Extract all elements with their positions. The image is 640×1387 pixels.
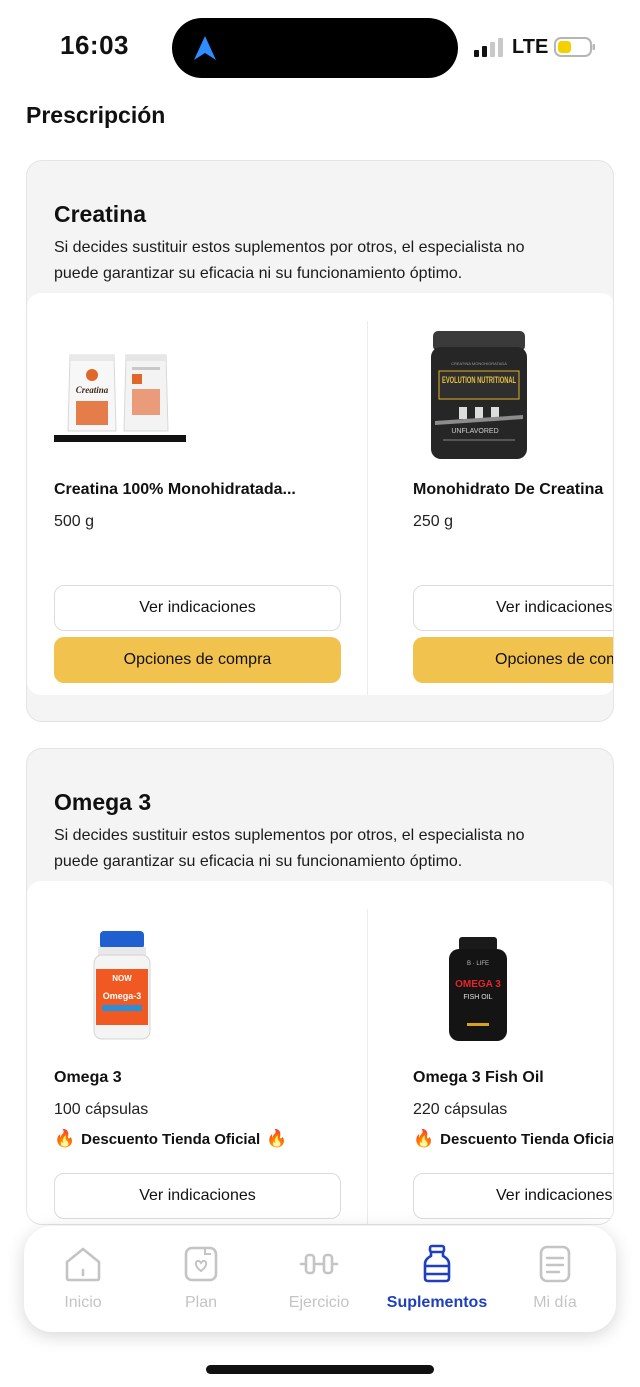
product-image-label: EVOLUTION NUTRITIONAL [442, 375, 516, 385]
product-name: Omega 3 Fish Oil [413, 1069, 544, 1086]
view-instructions-button[interactable]: Ver indicaciones [413, 585, 613, 631]
product-carousel[interactable]: Creatina Creatina 100% Monohidratada... … [27, 293, 613, 695]
nav-label: Inicio [64, 1294, 102, 1311]
nav-item-ejercicio[interactable]: Ejercicio [260, 1244, 378, 1324]
promo-badge: 🔥 Descuento Tienda Oficial 🔥 [413, 1129, 614, 1149]
product-image: Creatina [54, 347, 186, 445]
product-size: 500 g [54, 513, 95, 530]
product-image: CREATINA MONOHIDRATADA EVOLUTION NUTRITI… [429, 329, 529, 461]
section-disclaimer: Si decides sustituir estos suplementos p… [54, 827, 525, 870]
product-size: 100 cápsulas [54, 1101, 149, 1118]
network-type: LTE [512, 36, 549, 58]
product-size: 220 cápsulas [413, 1101, 508, 1118]
product-image-brand: NOW [112, 974, 132, 983]
nav-label: Suplementos [386, 1294, 488, 1311]
status-time: 16:03 [60, 30, 129, 60]
supplement-section-creatina: Creatina Si decides sustituir estos supl… [26, 160, 614, 722]
nav-item-inicio[interactable]: Inicio [24, 1244, 142, 1324]
dumbbell-icon [299, 1253, 339, 1275]
section-title: Omega 3 [54, 789, 152, 815]
document-icon [539, 1245, 571, 1283]
promo-badge: 🔥 Descuento Tienda Oficial 🔥 [54, 1129, 287, 1149]
fire-icon: 🔥 [413, 1129, 435, 1148]
product-image-sublabel: FISH OIL [463, 994, 492, 1001]
product-card[interactable]: B · LIFE OMEGA 3 FISH OIL Omega 3 Fish O… [413, 881, 614, 1224]
product-image-label: Omega-3 [103, 991, 142, 1001]
home-icon [65, 1247, 101, 1282]
dynamic-island [172, 18, 458, 78]
nav-label: Ejercicio [288, 1294, 350, 1311]
nav-label: Mi día [533, 1294, 577, 1311]
page-title: Prescripción [26, 102, 166, 128]
view-instructions-button[interactable]: Ver indicaciones [413, 1173, 613, 1219]
status-bar: 16:03 LTE [0, 0, 640, 96]
svg-text:B · LIFE: B · LIFE [467, 961, 489, 967]
section-disclaimer: Si decides sustituir estos suplementos p… [54, 239, 525, 282]
view-instructions-button[interactable]: Ver indicaciones [54, 1173, 341, 1219]
svg-text:CREATINA MONOHIDRATADA: CREATINA MONOHIDRATADA [451, 361, 507, 366]
battery-icon [554, 37, 595, 57]
nav-item-suplementos[interactable]: Suplementos [378, 1244, 496, 1324]
product-image: NOW Omega-3 [90, 929, 154, 1043]
product-name: Omega 3 [54, 1069, 122, 1086]
view-instructions-button[interactable]: Ver indicaciones [54, 585, 341, 631]
purchase-options-button[interactable]: Opciones de compra [413, 637, 613, 683]
home-indicator[interactable] [206, 1365, 434, 1374]
signal-icon [474, 38, 503, 57]
product-name: Monohidrato De Creatina [413, 481, 604, 498]
navigation-arrow-icon [194, 36, 216, 60]
purchase-options-button[interactable]: Opciones de compra [54, 637, 341, 683]
product-divider [367, 909, 368, 1224]
product-card[interactable]: NOW Omega-3 Omega 3 100 cápsulas 🔥 Descu… [54, 881, 341, 1224]
bottom-navigation: Inicio Plan Ejercicio Suplementos Mi día [24, 1226, 616, 1332]
product-card[interactable]: CREATINA MONOHIDRATADA EVOLUTION NUTRITI… [413, 293, 613, 695]
fire-icon: 🔥 [266, 1129, 288, 1148]
nav-item-plan[interactable]: Plan [142, 1244, 260, 1324]
fire-icon: 🔥 [54, 1129, 76, 1148]
product-card[interactable]: Creatina Creatina 100% Monohidratada... … [54, 293, 341, 695]
product-name: Creatina 100% Monohidratada... [54, 481, 296, 498]
plan-icon [184, 1246, 218, 1282]
promo-text: Descuento Tienda Oficial [81, 1130, 261, 1148]
nav-item-mi-dia[interactable]: Mi día [496, 1244, 614, 1324]
product-image-sublabel: UNFLAVORED [451, 428, 498, 435]
supplement-section-omega-3: Omega 3 Si decides sustituir estos suple… [26, 748, 614, 1225]
product-image-label: OMEGA 3 [455, 979, 501, 990]
section-title: Creatina [54, 201, 147, 227]
promo-text: Descuento Tienda Oficial [440, 1130, 614, 1148]
nav-label: Plan [184, 1294, 218, 1311]
product-image-label: Creatina [76, 385, 109, 395]
product-divider [367, 321, 368, 695]
product-carousel[interactable]: NOW Omega-3 Omega 3 100 cápsulas 🔥 Descu… [27, 881, 614, 1224]
product-image: B · LIFE OMEGA 3 FISH OIL [447, 935, 509, 1043]
product-size: 250 g [413, 513, 454, 530]
bottle-icon [423, 1244, 451, 1283]
